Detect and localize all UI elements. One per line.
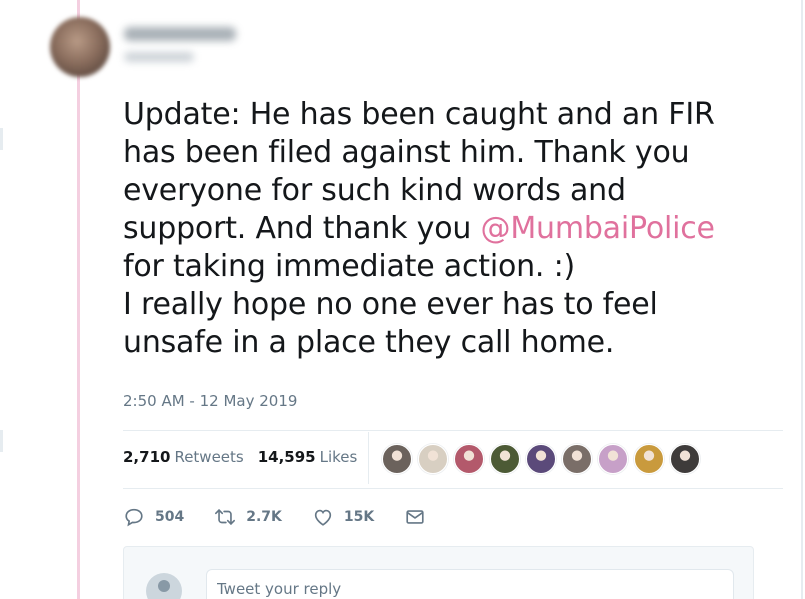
reply-button[interactable]: 504	[123, 506, 184, 528]
retweet-count: 2.7K	[246, 509, 282, 525]
left-edge-marker	[0, 128, 3, 150]
heart-icon	[314, 509, 332, 526]
retweet-button[interactable]: 2.7K	[214, 506, 282, 528]
retweet-icon	[215, 509, 236, 525]
stats-separator	[368, 432, 369, 484]
author-avatar[interactable]	[50, 17, 110, 77]
tweet-line: everyone for such kind words and	[123, 173, 626, 208]
liker-avatar-5[interactable]	[526, 444, 556, 474]
divider	[123, 488, 783, 489]
liker-avatar-1[interactable]	[382, 444, 412, 474]
author-handle-blurred	[124, 52, 194, 62]
like-count: 15K	[343, 509, 375, 525]
liker-avatar-6[interactable]	[562, 444, 592, 474]
liker-avatar-3[interactable]	[454, 444, 484, 474]
left-edge-marker	[0, 430, 3, 452]
tweet-timestamp[interactable]: 2:50 AM - 12 May 2019	[123, 392, 297, 410]
divider	[123, 430, 783, 431]
tweet-actions: 504 2.7K 15K	[123, 506, 466, 528]
reply-input[interactable]	[206, 569, 734, 599]
liker-avatar-2[interactable]	[418, 444, 448, 474]
reply-count: 504	[155, 509, 185, 525]
likes-label[interactable]: Likes	[320, 448, 358, 466]
reply-icon	[125, 508, 143, 527]
liker-avatar-8[interactable]	[634, 444, 664, 474]
tweet-line: for taking immediate action. :)	[123, 249, 576, 284]
tweet-page: Update: He has been caught and an FIR ha…	[0, 0, 805, 599]
tweet-line: I really hope no one ever has to feel	[123, 287, 658, 322]
reply-composer	[123, 546, 754, 599]
tweet-text: Update: He has been caught and an FIR ha…	[123, 96, 783, 362]
tweet-line: has been filed against him. Thank you	[123, 135, 690, 170]
engagement-stats: 2,710 Retweets 14,595 Likes	[123, 448, 371, 466]
likes-count[interactable]: 14,595	[258, 448, 316, 466]
content-border	[801, 0, 803, 599]
like-button[interactable]: 15K	[312, 506, 374, 528]
tweet-line: support. And thank you	[123, 211, 481, 246]
author-name-blurred[interactable]	[124, 27, 236, 41]
retweets-label[interactable]: Retweets	[174, 448, 243, 466]
tweet-line: Update: He has been caught and an FIR	[123, 97, 715, 132]
liker-avatar-9[interactable]	[670, 444, 700, 474]
envelope-icon	[406, 510, 424, 524]
tweet-line: unsafe in a place they call home.	[123, 325, 615, 360]
liker-avatar-7[interactable]	[598, 444, 628, 474]
liker-avatars	[382, 444, 706, 474]
direct-message-button[interactable]	[404, 506, 436, 528]
liker-avatar-4[interactable]	[490, 444, 520, 474]
user-avatar-placeholder	[146, 573, 182, 599]
mention-link[interactable]: @MumbaiPolice	[481, 211, 715, 246]
thread-line	[77, 0, 80, 599]
retweets-count[interactable]: 2,710	[123, 448, 170, 466]
